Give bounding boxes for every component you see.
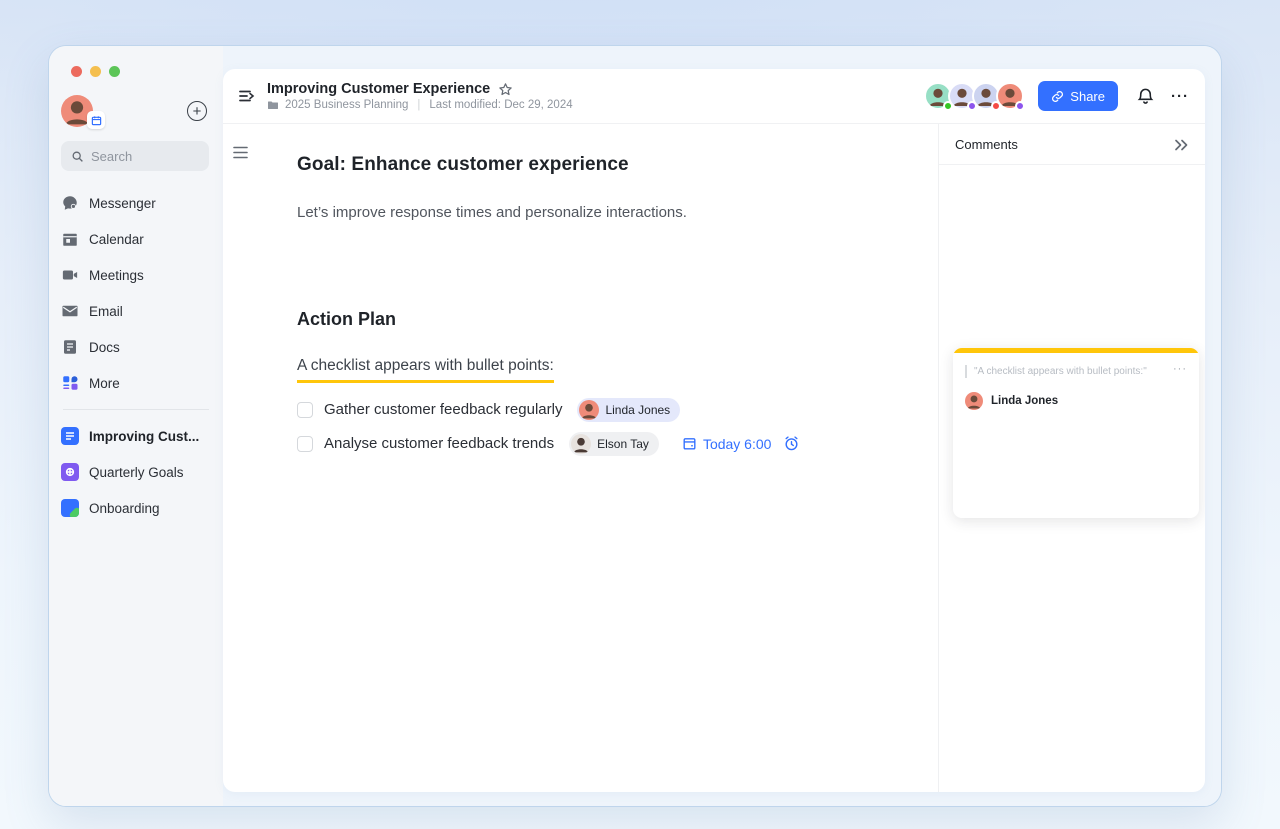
comment-card[interactable]: "A checklist appears with bullet points:… <box>953 348 1199 518</box>
document-area: Goal: Enhance customer experience Let’s … <box>223 124 938 792</box>
header-actions: Share ··· <box>924 81 1189 111</box>
comment-more-icon[interactable]: ··· <box>1173 365 1187 373</box>
doc-heading: Goal: Enhance customer experience <box>297 154 898 176</box>
status-dot <box>1015 101 1025 111</box>
maximize-window-button[interactable] <box>109 66 120 77</box>
breadcrumb-folder[interactable]: 2025 Business Planning <box>285 99 408 111</box>
sidebar-item-meetings[interactable]: Meetings <box>49 257 223 293</box>
goals-icon <box>61 463 79 481</box>
doc-highlighted-line[interactable]: A checklist appears with bullet points: <box>297 357 554 383</box>
search-placeholder: Search <box>91 149 132 164</box>
window-controls <box>49 62 223 77</box>
link-icon <box>1051 90 1064 103</box>
share-button[interactable]: Share <box>1038 81 1118 111</box>
sidebar-item-messenger[interactable]: Messenger <box>49 185 223 221</box>
messenger-icon <box>61 194 79 212</box>
due-date[interactable]: Today 6:00 <box>682 435 801 452</box>
calendar-badge-icon <box>87 111 105 129</box>
checklist-checkbox[interactable] <box>297 436 313 452</box>
more-options-icon[interactable]: ··· <box>1171 88 1189 105</box>
profile-row: + <box>49 77 223 127</box>
add-button[interactable]: + <box>187 101 207 121</box>
assignee-avatar <box>571 434 591 454</box>
sidebar-item-label: Email <box>89 304 123 319</box>
alarm-clock-icon <box>783 435 800 452</box>
document-card: Improving Customer Experience 2025 Busin… <box>223 69 1205 792</box>
page-title: Improving Customer Experience <box>267 81 490 97</box>
doc-item-label: Onboarding <box>89 501 160 516</box>
assignee-chip[interactable]: Elson Tay <box>569 432 659 456</box>
folder-icon <box>267 99 279 111</box>
sidebar-item-more[interactable]: More <box>49 365 223 401</box>
quote-bar <box>965 365 967 378</box>
comment-author-row: Linda Jones <box>965 392 1187 410</box>
sidebar-doc-list: Improving Cust... Quarterly Goals Onboar… <box>49 418 223 526</box>
last-modified: Last modified: Dec 29, 2024 <box>429 99 572 111</box>
sidebar-item-email[interactable]: Email <box>49 293 223 329</box>
doc-item-label: Improving Cust... <box>89 429 199 444</box>
assignee-avatar <box>579 400 599 420</box>
envelope-icon <box>61 302 79 320</box>
breadcrumb: 2025 Business Planning | Last modified: … <box>267 99 573 111</box>
checklist-checkbox[interactable] <box>297 402 313 418</box>
sidebar-item-label: Docs <box>89 340 120 355</box>
sidebar-toggle-icon[interactable] <box>237 86 257 106</box>
doc-blue-icon <box>61 427 79 445</box>
comments-title: Comments <box>955 137 1018 152</box>
sidebar-item-onboarding[interactable]: Onboarding <box>49 490 223 526</box>
sidebar-item-label: More <box>89 376 120 391</box>
share-label: Share <box>1070 89 1105 104</box>
comment-author-name: Linda Jones <box>991 395 1058 407</box>
sidebar-item-docs[interactable]: Docs <box>49 329 223 365</box>
sidebar-divider <box>63 409 209 410</box>
app-window: + Search Messenger Calendar <box>48 45 1222 807</box>
minimize-window-button[interactable] <box>90 66 101 77</box>
comment-quote: "A checklist appears with bullet points:… <box>965 365 1187 378</box>
assignee-chip[interactable]: Linda Jones <box>577 398 680 422</box>
sidebar-menu: Messenger Calendar Meetings Email <box>49 185 223 401</box>
assignee-name: Elson Tay <box>597 437 649 451</box>
onboarding-icon <box>61 499 79 517</box>
checklist-label: Gather customer feedback regularly <box>324 401 562 418</box>
title-block: Improving Customer Experience 2025 Busin… <box>267 81 573 111</box>
star-icon[interactable] <box>498 82 513 97</box>
calendar-date-icon <box>682 436 697 451</box>
sidebar-item-label: Messenger <box>89 196 156 211</box>
assignee-name: Linda Jones <box>605 403 670 417</box>
close-window-button[interactable] <box>71 66 82 77</box>
doc-section-heading: Action Plan <box>297 309 898 330</box>
calendar-icon <box>61 230 79 248</box>
sidebar: + Search Messenger Calendar <box>49 46 223 806</box>
comments-body: "A checklist appears with bullet points:… <box>939 165 1205 792</box>
main-region: Improving Customer Experience 2025 Busin… <box>223 46 1221 806</box>
document-header: Improving Customer Experience 2025 Busin… <box>223 69 1205 124</box>
sidebar-item-calendar[interactable]: Calendar <box>49 221 223 257</box>
sidebar-item-quarterly-goals[interactable]: Quarterly Goals <box>49 454 223 490</box>
document-menu-icon[interactable] <box>233 146 248 159</box>
checklist-label: Analyse customer feedback trends <box>324 435 554 452</box>
quote-text: "A checklist appears with bullet points:… <box>974 365 1167 378</box>
comments-panel: Comments <box>938 124 1205 792</box>
sidebar-item-improving-customer[interactable]: Improving Cust... <box>49 418 223 454</box>
due-date-text: Today 6:00 <box>703 436 772 452</box>
comments-header: Comments <box>939 124 1205 165</box>
document-icon <box>61 338 79 356</box>
comment-author-avatar <box>965 392 983 410</box>
sidebar-item-label: Meetings <box>89 268 144 283</box>
video-camera-icon <box>61 266 79 284</box>
checklist-row: Analyse customer feedback trends Elson T… <box>297 431 898 456</box>
sidebar-item-label: Calendar <box>89 232 144 247</box>
collaborator-avatar[interactable] <box>996 82 1024 110</box>
search-input[interactable]: Search <box>61 141 209 171</box>
more-apps-icon <box>61 374 79 392</box>
breadcrumb-separator: | <box>417 99 420 111</box>
collaborator-avatars <box>924 82 1024 110</box>
collapse-panel-icon[interactable] <box>1174 138 1189 150</box>
checklist-row: Gather customer feedback regularly Linda… <box>297 397 898 422</box>
search-icon <box>71 150 84 163</box>
doc-subtitle: Let’s improve response times and persona… <box>297 204 898 221</box>
notifications-bell-icon[interactable] <box>1136 87 1155 106</box>
checklist: Gather customer feedback regularly Linda… <box>297 397 898 456</box>
doc-item-label: Quarterly Goals <box>89 465 184 480</box>
